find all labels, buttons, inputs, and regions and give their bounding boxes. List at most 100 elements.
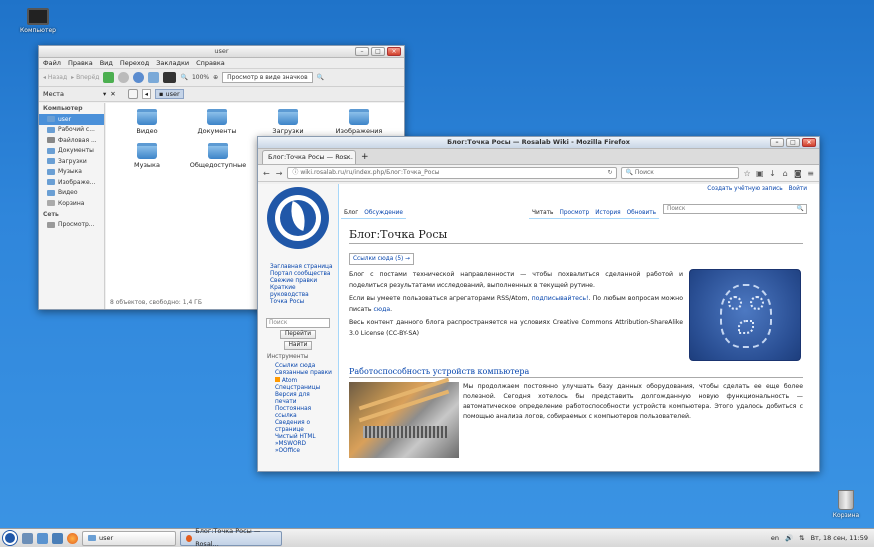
tab-blog-page[interactable]: Блог [341, 208, 362, 219]
reload-icon[interactable] [133, 72, 145, 83]
back-arrow-icon[interactable]: ← [262, 169, 271, 178]
tool-link-whatlinkshere[interactable]: Ссылки сюда [275, 363, 333, 370]
show-desktop-icon[interactable] [22, 532, 33, 544]
sidebar-item-filesystem[interactable]: Файловая ... [39, 135, 104, 146]
folder-downloads[interactable]: Загрузки [263, 109, 313, 135]
browser-search-input[interactable]: 🔍 Поиск [620, 167, 739, 179]
tool-link-print[interactable]: Версия для печати [275, 392, 333, 406]
tab-view-source[interactable]: Просмотр [556, 208, 593, 219]
start-menu-icon[interactable] [3, 531, 17, 545]
tool-link-special-pages[interactable]: Спецстраницы [275, 385, 333, 392]
task-firefox[interactable]: Блог:Точка Росы — Rosal... [180, 527, 282, 547]
sidebar-item-trash[interactable]: Корзина [39, 198, 104, 209]
maximize-button[interactable]: □ [786, 138, 800, 147]
menu-go[interactable]: Переход [120, 58, 149, 68]
tool-link-ooffice[interactable]: »OOffice [275, 448, 333, 455]
nav-link-guides[interactable]: Краткие руководства [270, 285, 336, 299]
folder-documents[interactable]: Документы [192, 109, 242, 135]
links-here-box[interactable]: Ссылки сюда (5) → [349, 253, 415, 265]
firefox-window[interactable]: Блог:Точка Росы — Rosalab Wiki - Mozilla… [257, 136, 820, 472]
home-icon[interactable]: ⌂ [781, 169, 790, 178]
go-button[interactable]: Перейти [280, 330, 316, 339]
nav-link-recent-changes[interactable]: Свежие правки [270, 278, 336, 285]
login-link[interactable]: Войти [789, 186, 807, 192]
menu-edit[interactable]: Правка [68, 58, 93, 68]
maximize-button[interactable]: □ [371, 47, 385, 56]
tab-blog[interactable]: Блог:Точка Росы — Ros... × [262, 150, 356, 164]
download-icon[interactable]: ↓ [768, 169, 777, 178]
firefox-launcher-icon[interactable] [67, 532, 78, 544]
sidebar-item-documents[interactable]: Документы [39, 146, 104, 157]
tool-link-msword[interactable]: »MSWORD [275, 441, 333, 448]
clock[interactable]: Вт, 18 сен, 11:59 [811, 534, 868, 542]
menu-file[interactable]: Файл [43, 58, 61, 68]
forward-arrow-icon[interactable]: → [275, 169, 284, 178]
search-icon[interactable]: 🔍 [317, 74, 324, 81]
reload-icon[interactable]: ↻ [608, 168, 613, 178]
pocket-icon[interactable]: ◙ [794, 169, 803, 178]
sidebar-item-desktop[interactable]: Рабочий с... [39, 125, 104, 136]
tool-link-atom[interactable]: Atom [275, 377, 333, 385]
close-pane-icon[interactable]: ✕ [110, 90, 115, 98]
firefox-titlebar[interactable]: Блог:Точка Росы — Rosalab Wiki - Mozilla… [258, 137, 819, 149]
forward-button[interactable]: ▸ Вперёд [71, 74, 99, 81]
view-mode-select[interactable]: Просмотр в виде значков [222, 72, 313, 83]
clipboard-icon[interactable]: ▣ [755, 169, 764, 178]
rosa-logo[interactable] [267, 187, 329, 249]
contact-link[interactable]: сюда [373, 306, 390, 313]
zoom-in-icon[interactable]: ⊕ [213, 74, 218, 81]
path-crumb-user[interactable]: ▪ user [154, 89, 184, 99]
tab-history[interactable]: История [592, 208, 624, 219]
bookmark-star-icon[interactable]: ☆ [743, 169, 752, 178]
nav-link-tochka-rosy[interactable]: Точка Росы [270, 299, 336, 306]
new-tab-button[interactable]: + [356, 150, 374, 164]
folder-music[interactable]: Музыка [122, 143, 172, 169]
page-content[interactable]: Заглавная страница Портал сообщества Све… [258, 184, 819, 471]
menu-help[interactable]: Справка [196, 58, 225, 68]
places-dropdown-icon[interactable]: ▾ [103, 90, 106, 98]
sidebar-item-user[interactable]: user [39, 114, 104, 125]
tab-discussion[interactable]: Обсуждение [361, 208, 406, 219]
volume-icon[interactable]: 🔊 [785, 534, 793, 542]
post-title[interactable]: Работоспособность устройств компьютера [349, 367, 803, 378]
back-button[interactable]: ◂ Назад [43, 74, 67, 81]
url-bar[interactable]: ⓘ wiki.rosalab.ru/ru/index.php/Блог:Точк… [287, 167, 617, 179]
menu-bookmarks[interactable]: Закладки [156, 58, 189, 68]
sidebar-item-downloads[interactable]: Загрузки [39, 156, 104, 167]
find-button[interactable]: Найти [284, 341, 312, 350]
tool-link-page-info[interactable]: Сведения о странице [275, 420, 333, 434]
wiki-search-input[interactable]: Поиск 🔍 [663, 204, 807, 214]
desktop-trash-icon[interactable]: Корзина [824, 490, 868, 519]
tool-link-raw-html[interactable]: Чистый HTML [275, 434, 333, 441]
sidebar-item-videos[interactable]: Видео [39, 188, 104, 199]
minimize-button[interactable]: – [355, 47, 369, 56]
up-arrow-icon[interactable] [103, 72, 115, 83]
stop-icon[interactable] [118, 72, 130, 83]
tab-read[interactable]: Читать [529, 208, 557, 219]
folder-videos[interactable]: Видео [122, 109, 172, 135]
home-launcher-icon[interactable] [52, 532, 63, 544]
tab-close-icon[interactable]: × [346, 151, 351, 164]
file-manager-launcher-icon[interactable] [37, 532, 48, 544]
minimize-button[interactable]: – [770, 138, 784, 147]
side-search-input[interactable]: Поиск [266, 318, 330, 328]
menu-icon[interactable]: ≡ [806, 169, 815, 178]
file-manager-titlebar[interactable]: user – □ × [39, 46, 404, 58]
subscribe-link[interactable]: подписывайтесь! [532, 295, 589, 302]
sidebar-item-music[interactable]: Музыка [39, 167, 104, 178]
task-file-manager[interactable]: user [82, 530, 176, 546]
zoom-out-icon[interactable]: 🔍 [180, 74, 187, 81]
tool-link-permalink[interactable]: Постоянная ссылка [275, 406, 333, 420]
folder-public[interactable]: Общедоступные [188, 143, 248, 169]
network-icon[interactable]: ⇅ [799, 534, 804, 542]
create-account-link[interactable]: Создать учётную запись [707, 186, 782, 192]
search-icon[interactable]: 🔍 [797, 205, 804, 213]
close-button[interactable]: × [802, 138, 816, 147]
nav-link-community[interactable]: Портал сообщества [270, 271, 336, 278]
sidebar-item-browse-network[interactable]: Просмотр... [39, 220, 104, 231]
menu-view[interactable]: Вид [100, 58, 113, 68]
tab-refresh[interactable]: Обновить [623, 208, 660, 219]
desktop-computer-icon[interactable]: Компьютер [14, 8, 62, 34]
home-icon[interactable] [148, 72, 160, 83]
keyboard-layout[interactable]: en [771, 534, 779, 542]
